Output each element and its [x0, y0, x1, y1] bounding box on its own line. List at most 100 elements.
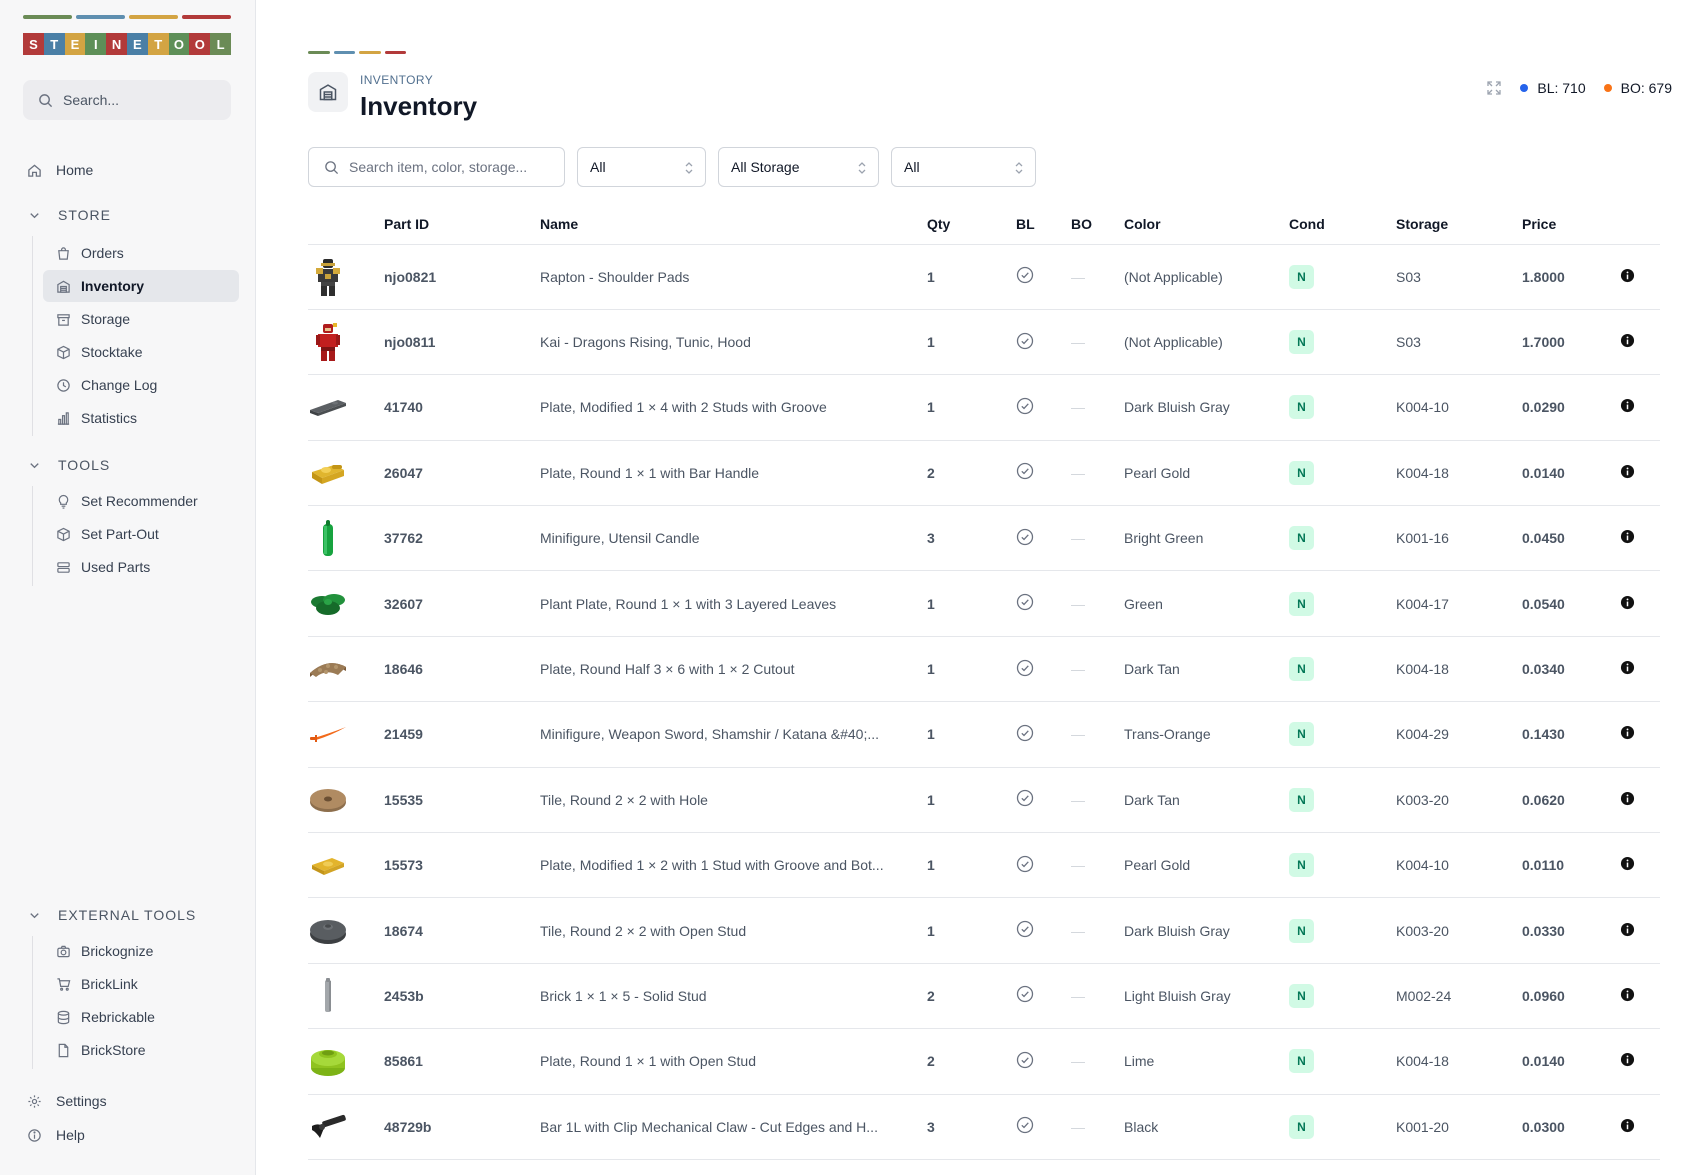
section-store[interactable]: STORE: [26, 207, 111, 223]
part-color: (Not Applicable): [1124, 244, 1289, 310]
table-row[interactable]: 15573 Plate, Modified 1 × 2 with 1 Stud w…: [308, 832, 1660, 899]
nav-settings[interactable]: Settings: [26, 1089, 107, 1113]
sidebar-item-change-log[interactable]: Change Log: [43, 369, 239, 401]
info-icon[interactable]: [1620, 726, 1635, 743]
table-row[interactable]: 21459 Minifigure, Weapon Sword, Shamshir …: [308, 701, 1660, 768]
part-id[interactable]: 37762: [384, 505, 540, 572]
part-id[interactable]: 48729b: [384, 1094, 540, 1160]
table-row[interactable]: 26047 Plate, Round 1 × 1 with Bar Handle 2…: [308, 440, 1660, 507]
layers-icon: [55, 559, 71, 575]
part-image-cell: [308, 309, 384, 376]
sidebar-item-rebrickable[interactable]: Rebrickable: [43, 1001, 239, 1033]
sidebar-item-set-recommender[interactable]: Set Recommender: [43, 485, 239, 517]
table-row[interactable]: 2453b Brick 1 × 1 × 5 - Solid Stud 2 — Light…: [308, 963, 1660, 1030]
bl-status: [1016, 1094, 1071, 1160]
part-id[interactable]: 18674: [384, 897, 540, 964]
sidebar: STEINETOOL Search... Home STORE Orders I…: [0, 0, 256, 1175]
bo-count-label: BO: 679: [1620, 80, 1672, 96]
table-row[interactable]: 41740 Plate, Modified 1 × 4 with 2 Studs …: [308, 374, 1660, 441]
sidebar-item-stocktake[interactable]: Stocktake: [43, 336, 239, 368]
info-icon[interactable]: [1620, 1118, 1635, 1136]
sidebar-item-set-part-out[interactable]: Set Part-Out: [43, 518, 239, 550]
info-icon[interactable]: [1620, 857, 1635, 874]
info-icon[interactable]: [1620, 791, 1635, 809]
condition-badge: N: [1289, 1049, 1314, 1074]
part-image-cell: [308, 570, 384, 637]
info-icon[interactable]: [1620, 922, 1635, 940]
info-icon[interactable]: [1620, 987, 1635, 1005]
table-row[interactable]: 15535 Tile, Round 2 × 2 with Hole 1 — Dark T…: [308, 767, 1660, 834]
sidebar-item-bricklink[interactable]: BrickLink: [43, 968, 239, 1000]
logo-letter: S: [23, 33, 44, 55]
part-qty: 1: [927, 309, 1016, 376]
dash-icon: —: [1071, 857, 1085, 874]
col-cond[interactable]: Cond: [1289, 204, 1396, 245]
chevron-down-icon: [26, 457, 42, 473]
sidebar-item-storage[interactable]: Storage: [43, 303, 239, 335]
actions-cell: [1620, 636, 1660, 703]
part-id[interactable]: 32607: [384, 570, 540, 637]
sidebar-item-used-parts[interactable]: Used Parts: [43, 551, 239, 583]
breadcrumb[interactable]: INVENTORY: [360, 73, 433, 87]
section-tools[interactable]: TOOLS: [26, 457, 110, 473]
sidebar-item-orders[interactable]: Orders: [43, 237, 239, 269]
expand-icon[interactable]: [1486, 80, 1502, 96]
part-id[interactable]: 18646: [384, 636, 540, 703]
part-id[interactable]: 85861: [384, 1028, 540, 1095]
storage-select[interactable]: All Storage: [718, 147, 879, 187]
col-bl[interactable]: BL: [1016, 204, 1071, 245]
brand-logo[interactable]: STEINETOOL: [23, 33, 231, 55]
part-id[interactable]: 21459: [384, 701, 540, 768]
col-part-id[interactable]: Part ID: [384, 204, 540, 245]
condition-select[interactable]: All: [577, 147, 706, 187]
part-id[interactable]: 2453b: [384, 963, 540, 1030]
nav-help[interactable]: Help: [26, 1123, 85, 1147]
info-icon[interactable]: [1620, 399, 1635, 416]
table-row[interactable]: 85861 Plate, Round 1 × 1 with Open Stud 2 —…: [308, 1028, 1660, 1095]
table-row[interactable]: 32607 Plant Plate, Round 1 × 1 with 3 Lay…: [308, 570, 1660, 637]
table-row[interactable]: njo0821 Rapton - Shoulder Pads 1 — (Not Appl…: [308, 244, 1660, 310]
part-id[interactable]: 15573: [384, 832, 540, 899]
table-row[interactable]: 18646 Plate, Round Half 3 × 6 with 1 × 2 …: [308, 636, 1660, 703]
table-row[interactable]: njo0811 Kai - Dragons Rising, Tunic, Hood…: [308, 309, 1660, 376]
col-price[interactable]: Price: [1522, 204, 1620, 245]
col-qty[interactable]: Qty: [927, 204, 1016, 245]
part-qty: 1: [927, 832, 1016, 899]
info-icon[interactable]: [1620, 660, 1635, 678]
info-icon[interactable]: [1620, 530, 1635, 547]
filter-select[interactable]: All: [891, 147, 1036, 187]
part-price: 0.0300: [1522, 1094, 1620, 1160]
part-id[interactable]: njo0821: [384, 244, 540, 310]
inventory-search-input[interactable]: Search item, color, storage...: [308, 147, 565, 187]
actions-cell: [1620, 374, 1660, 441]
col-storage[interactable]: Storage: [1396, 204, 1522, 245]
part-id[interactable]: njo0811: [384, 309, 540, 376]
col-color[interactable]: Color: [1124, 204, 1289, 245]
table-row[interactable]: 37762 Minifigure, Utensil Candle 3 — Bright …: [308, 505, 1660, 572]
condition-badge: N: [1289, 1114, 1314, 1139]
sidebar-item-brickstore[interactable]: BrickStore: [43, 1034, 239, 1066]
info-icon[interactable]: [1620, 464, 1635, 482]
part-qty: 1: [927, 636, 1016, 703]
nav-home[interactable]: Home: [26, 158, 93, 182]
info-icon[interactable]: [1620, 595, 1635, 613]
section-external-tools[interactable]: EXTERNAL TOOLS: [26, 907, 196, 923]
part-image-cell: [308, 1028, 384, 1095]
sidebar-item-brickognize[interactable]: Brickognize: [43, 935, 239, 967]
info-icon[interactable]: [1620, 1053, 1635, 1070]
sidebar-item-inventory[interactable]: Inventory: [43, 270, 239, 302]
info-icon[interactable]: [1620, 334, 1635, 351]
col-bo[interactable]: BO: [1071, 204, 1124, 245]
sidebar-search-input[interactable]: Search...: [23, 80, 231, 120]
info-icon[interactable]: [1620, 268, 1635, 286]
table-row[interactable]: 48729b Bar 1L with Clip Mechanical Claw -…: [308, 1094, 1660, 1160]
part-id[interactable]: 41740: [384, 374, 540, 441]
table-row[interactable]: 18674 Tile, Round 2 × 2 with Open Stud 1 — D…: [308, 897, 1660, 964]
col-name[interactable]: Name: [540, 204, 927, 245]
part-id[interactable]: 15535: [384, 767, 540, 834]
main-content: INVENTORY Inventory BL: 710 BO: 679 Sear…: [256, 0, 1700, 1175]
part-id[interactable]: 26047: [384, 440, 540, 507]
sidebar-item-statistics[interactable]: Statistics: [43, 402, 239, 434]
database-icon: [55, 1009, 71, 1025]
nav-help-label: Help: [56, 1127, 85, 1143]
